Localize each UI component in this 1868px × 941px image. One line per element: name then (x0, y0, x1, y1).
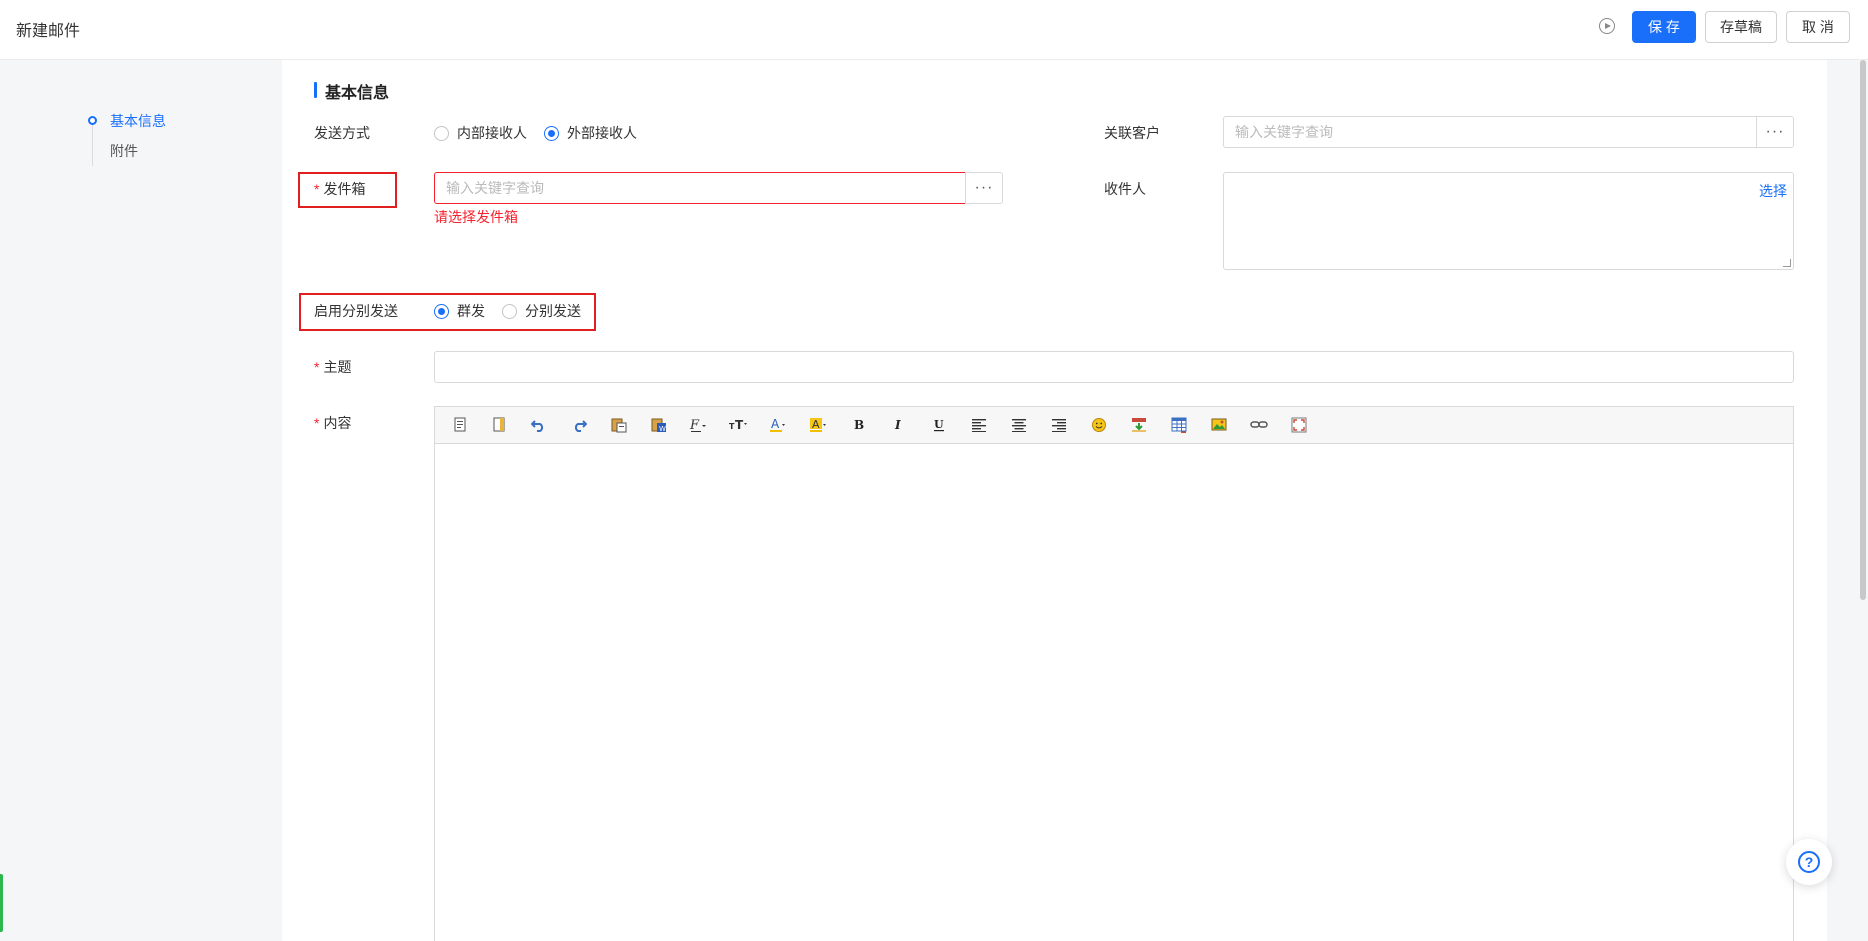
align-center-icon[interactable] (1008, 415, 1030, 435)
svg-text:I: I (894, 418, 901, 432)
undo-icon[interactable] (528, 415, 550, 435)
save-draft-button[interactable]: 存草稿 (1705, 11, 1777, 43)
svg-text:A: A (812, 418, 820, 431)
highlight-color-icon[interactable]: A (808, 415, 830, 435)
highlight-box-mailbox (298, 172, 397, 208)
align-right-icon[interactable] (1048, 415, 1070, 435)
insert-table-row-icon[interactable] (1128, 415, 1150, 435)
font-family-icon[interactable]: F (688, 415, 710, 435)
svg-text:U: U (934, 418, 944, 431)
anchor-active-dot-icon (88, 116, 97, 125)
play-icon[interactable] (1599, 18, 1615, 34)
anchor-nav-line (92, 120, 93, 166)
subject-label: * 主题 (314, 357, 351, 377)
radio-external-recipient[interactable]: 外部接收人 (544, 123, 637, 143)
editor-toolbar: W F TT A A B I U (435, 407, 1793, 444)
fullscreen-icon[interactable] (1288, 415, 1310, 435)
subject-input[interactable] (434, 351, 1794, 383)
mailbox-search-input[interactable] (434, 172, 966, 204)
radio-circle-icon (434, 125, 449, 141)
mailbox-more-button[interactable]: ··· (965, 172, 1003, 204)
save-button[interactable]: 保 存 (1632, 11, 1696, 43)
radio-label: 外部接收人 (567, 125, 637, 141)
radio-label: 内部接收人 (457, 125, 527, 141)
content-label-text: 内容 (323, 415, 352, 431)
italic-icon[interactable]: I (888, 415, 910, 435)
template-icon[interactable] (488, 415, 510, 435)
mailbox-error-message: 请选择发件箱 (434, 209, 518, 225)
page-header: 新建邮件 保 存 存草稿 取 消 (0, 0, 1868, 60)
side-tab-handle[interactable] (0, 874, 3, 932)
select-recipients-link[interactable]: 选择 (1759, 181, 1787, 201)
page-title: 新建邮件 (16, 23, 81, 40)
redo-icon[interactable] (568, 415, 590, 435)
image-icon[interactable] (1208, 415, 1230, 435)
svg-text:T: T (735, 418, 744, 432)
font-color-icon[interactable]: A (768, 415, 790, 435)
svg-text:W: W (659, 425, 666, 433)
paste-text-icon[interactable] (608, 415, 630, 435)
customer-label: 关联客户 (1104, 125, 1160, 141)
align-left-icon[interactable] (968, 415, 990, 435)
customer-more-button[interactable]: ··· (1756, 116, 1794, 148)
recipients-field[interactable]: 选择 (1223, 172, 1794, 270)
rich-text-editor[interactable]: W F TT A A B I U (434, 406, 1794, 941)
customer-search-input[interactable] (1223, 116, 1757, 148)
radio-checked-icon (544, 125, 559, 141)
underline-icon[interactable]: U (928, 415, 950, 435)
recipients-label: 收件人 (1104, 181, 1146, 197)
svg-text:A: A (771, 417, 780, 431)
required-mark: * (314, 415, 320, 431)
source-icon[interactable] (449, 415, 471, 435)
svg-text:B: B (854, 418, 864, 432)
help-button[interactable]: ? (1786, 839, 1832, 885)
send-mode-label: 发送方式 (314, 125, 370, 141)
anchor-item-attachments[interactable]: 附件 (110, 141, 138, 161)
question-icon: ? (1798, 851, 1820, 873)
radio-internal-recipient[interactable]: 内部接收人 (434, 123, 527, 143)
highlight-box-split-send (299, 293, 596, 331)
table-icon[interactable] (1168, 415, 1190, 435)
required-mark: * (314, 359, 320, 375)
link-icon[interactable] (1248, 415, 1270, 435)
svg-text:F: F (689, 418, 700, 433)
bold-icon[interactable]: B (848, 415, 870, 435)
subject-label-text: 主题 (323, 359, 352, 375)
paste-word-icon[interactable]: W (648, 415, 670, 435)
cancel-button[interactable]: 取 消 (1786, 11, 1850, 43)
section-title: 基本信息 (314, 79, 389, 103)
content-label: * 内容 (314, 413, 351, 433)
page-scrollbar[interactable] (1860, 60, 1866, 600)
anchor-item-basic-info[interactable]: 基本信息 (110, 111, 166, 131)
resize-handle-icon[interactable] (1783, 259, 1791, 267)
font-size-icon[interactable]: TT (728, 415, 750, 435)
emoji-icon[interactable] (1088, 415, 1110, 435)
